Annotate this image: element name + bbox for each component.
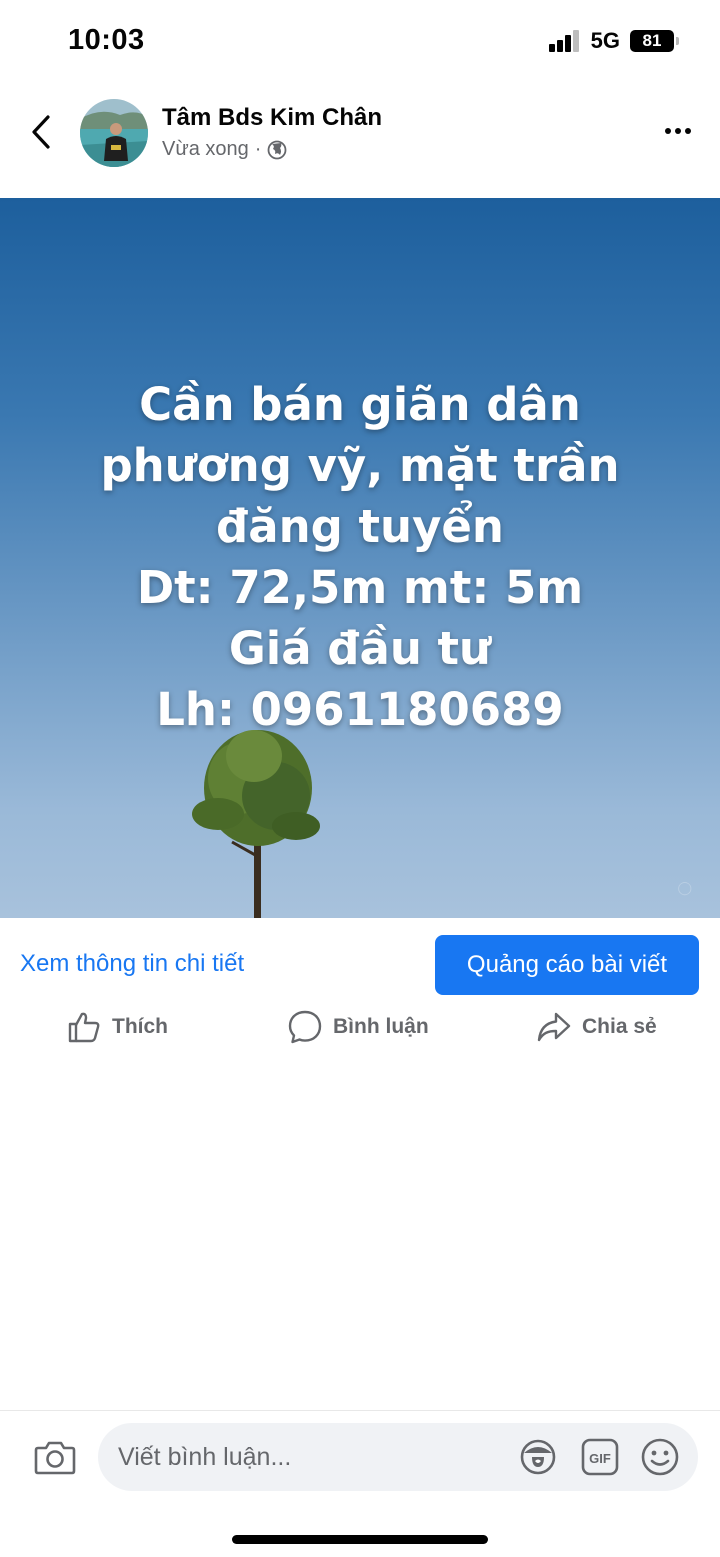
more-dot-icon	[685, 128, 691, 134]
comment-bar: Viết bình luận... GIF	[0, 1410, 720, 1557]
status-indicators: 5G 81	[548, 28, 679, 54]
battery-icon: 81	[630, 30, 679, 52]
image-text-line: phương vỹ, mặt trần	[100, 439, 620, 492]
post-timestamp: Vừa xong	[162, 138, 249, 160]
gif-icon[interactable]: GIF	[580, 1437, 620, 1477]
more-dot-icon	[675, 128, 681, 134]
image-text-line: Cần bán giãn dân	[139, 378, 581, 431]
more-options-button[interactable]	[660, 116, 696, 146]
emoji-icon[interactable]	[640, 1437, 680, 1477]
post-header: Tâm Bds Kim Chân Vừa xong ·	[0, 96, 720, 172]
avatar-image	[80, 99, 148, 167]
share-arrow-icon	[537, 1012, 571, 1042]
avatar-sticker-icon[interactable]	[518, 1437, 558, 1477]
status-bar: 10:03 5G 81	[0, 0, 720, 80]
post-image[interactable]: Cần bán giãn dân phương vỹ, mặt trần đăn…	[0, 198, 720, 918]
watermark-icon: ◯	[677, 880, 692, 895]
post-image-text: Cần bán giãn dân phương vỹ, mặt trần đăn…	[0, 374, 720, 740]
globe-icon	[268, 140, 287, 159]
reaction-bar: Thích Bình luận Chia sẻ	[0, 1005, 720, 1049]
avatar[interactable]	[80, 99, 148, 167]
svg-text:GIF: GIF	[589, 1451, 611, 1466]
network-type: 5G	[590, 28, 620, 53]
image-text-line: Giá đầu tư	[228, 622, 492, 675]
boost-post-button[interactable]: Quảng cáo bài viết	[435, 935, 699, 995]
comment-placeholder: Viết bình luận...	[118, 1443, 292, 1471]
battery-level: 81	[642, 31, 662, 50]
image-text-line: Dt: 72,5m mt: 5m	[136, 561, 584, 614]
back-button[interactable]	[24, 112, 58, 152]
signal-icon	[548, 30, 581, 52]
more-dot-icon	[665, 128, 671, 134]
image-text-line: đăng tuyển	[216, 500, 504, 553]
share-button[interactable]: Chia sẻ	[536, 1005, 657, 1049]
home-indicator[interactable]	[232, 1535, 488, 1544]
comment-input[interactable]: Viết bình luận... GIF	[98, 1423, 698, 1491]
chevron-left-icon	[32, 115, 50, 149]
camera-icon	[34, 1441, 76, 1475]
comment-label: Bình luận	[333, 1015, 429, 1038]
tree-illustration	[192, 730, 320, 918]
image-text-line: Lh: 0961180689	[156, 683, 564, 736]
status-time: 10:03	[68, 24, 145, 56]
thumbs-up-icon	[68, 1012, 100, 1043]
post-meta: Vừa xong ·	[162, 138, 287, 161]
comment-button[interactable]: Bình luận	[287, 1005, 429, 1049]
camera-button[interactable]	[34, 1437, 76, 1477]
view-details-link[interactable]: Xem thông tin chi tiết	[20, 950, 244, 978]
comment-bubble-icon	[288, 1010, 322, 1044]
like-label: Thích	[112, 1015, 168, 1038]
share-label: Chia sẻ	[582, 1015, 657, 1038]
meta-separator: ·	[254, 138, 262, 160]
like-button[interactable]: Thích	[66, 1005, 168, 1049]
author-name[interactable]: Tâm Bds Kim Chân	[162, 104, 382, 132]
